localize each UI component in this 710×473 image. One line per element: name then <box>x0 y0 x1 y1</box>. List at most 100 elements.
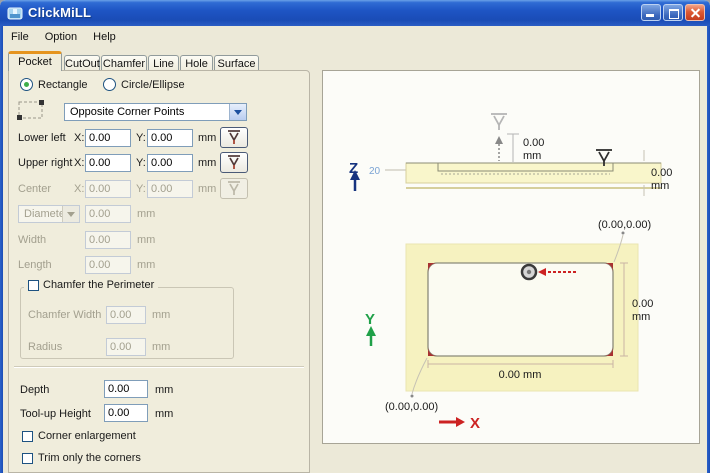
titlebar: ClickMiLL <box>0 0 710 26</box>
chamfer-radius-input <box>106 338 146 356</box>
preview-panel: Z 20 0.00 mm 0.00 mm <box>322 70 700 444</box>
mill-tool-icon <box>226 154 242 171</box>
pocket-height-unit: mm <box>632 311 650 323</box>
close-button[interactable] <box>685 4 705 21</box>
diameter-input <box>85 205 131 223</box>
stock-depth-unit: mm <box>651 180 669 192</box>
radio-rectangle-icon <box>20 78 33 91</box>
checkbox-icon <box>22 431 33 442</box>
upper-right-pick-tool-button[interactable] <box>220 152 248 173</box>
chamfer-width-input <box>106 306 146 324</box>
lower-left-x-input[interactable] <box>85 129 131 147</box>
radio-rectangle[interactable]: Rectangle <box>20 78 88 91</box>
tab-surface[interactable]: Surface <box>214 55 259 70</box>
tab-chamfer[interactable]: Chamfer <box>101 55 147 70</box>
tool-raised-icon <box>491 114 507 130</box>
mill-tool-icon <box>226 180 242 197</box>
corner-enlargement-label: Corner enlargement <box>38 430 136 442</box>
upper-right-unit: mm <box>198 157 216 169</box>
mill-tool-icon <box>226 129 242 146</box>
radio-rectangle-label: Rectangle <box>38 79 88 91</box>
z-origin-value: 20 <box>369 166 381 177</box>
upper-right-label: Upper right <box>18 157 72 169</box>
maximize-icon <box>669 9 679 19</box>
corner-bottom-left-label: (0.00,0.00) <box>385 401 438 413</box>
tab-hole[interactable]: Hole <box>180 55 213 70</box>
center-unit: mm <box>198 183 216 195</box>
tool-up-height-input[interactable] <box>104 404 148 422</box>
upper-right-y-input[interactable] <box>147 154 193 172</box>
app-icon <box>7 5 23 21</box>
stock-depth-value: 0.00 <box>651 167 672 179</box>
corner-top-right-label: (0.00,0.00) <box>598 219 651 231</box>
corner-mode-value: Opposite Corner Points <box>65 106 229 118</box>
checkbox-icon <box>28 280 39 291</box>
radio-circle-label: Circle/Ellipse <box>121 79 185 91</box>
length-label: Length <box>18 259 52 271</box>
depth-label: Depth <box>20 384 49 396</box>
width-label: Width <box>18 234 46 246</box>
lower-left-y-input[interactable] <box>147 129 193 147</box>
radio-circle-icon <box>103 78 116 91</box>
upper-right-x-input[interactable] <box>85 154 131 172</box>
leader-dot-bl <box>411 395 414 398</box>
diameter-label: Diameter <box>19 208 62 220</box>
minimize-button[interactable] <box>641 4 661 21</box>
lower-left-label: Lower left <box>18 132 66 144</box>
tab-pocket[interactable]: Pocket <box>8 51 62 71</box>
menu-help[interactable]: Help <box>85 29 124 46</box>
separator <box>14 366 304 368</box>
length-unit: mm <box>137 259 155 271</box>
tool-up-height-label: Tool-up Height <box>20 408 91 420</box>
checkbox-icon <box>22 453 33 464</box>
chamfer-width-label: Chamfer Width <box>28 309 101 321</box>
trim-corners-label: Trim only the corners <box>38 452 141 464</box>
width-unit: mm <box>137 234 155 246</box>
tool-center-dot <box>527 270 531 274</box>
diameter-dropdown-arrow <box>62 206 79 222</box>
menu-file[interactable]: File <box>3 29 37 46</box>
center-x-label: X: <box>74 183 84 195</box>
y-axis-label: Y <box>365 311 375 328</box>
tab-line[interactable]: Line <box>148 55 179 70</box>
chamfer-width-unit: mm <box>152 309 170 321</box>
pocket-height-value: 0.00 <box>632 298 653 310</box>
chamfer-perimeter-checkbox[interactable]: Chamfer the Perimeter <box>24 279 158 291</box>
diameter-unit: mm <box>137 208 155 220</box>
center-x-input <box>85 180 131 198</box>
menubar: File Option Help <box>3 27 707 48</box>
upper-right-x-label: X: <box>74 157 84 169</box>
corner-mode-dropdown[interactable]: Opposite Corner Points <box>64 103 247 121</box>
depth-unit: mm <box>155 384 173 396</box>
dropdown-arrow-button[interactable] <box>229 104 246 120</box>
center-y-label: Y: <box>136 183 146 195</box>
opposite-corners-icon <box>17 100 45 120</box>
upper-right-y-label: Y: <box>136 157 146 169</box>
depth-input[interactable] <box>104 380 148 398</box>
tool-plunge-unit: mm <box>523 150 541 162</box>
tab-cutout[interactable]: CutOut <box>64 55 100 70</box>
tool-up-height-unit: mm <box>155 408 173 420</box>
center-pick-tool-button <box>220 178 248 199</box>
trim-corners-checkbox[interactable]: Trim only the corners <box>22 452 141 464</box>
chevron-down-icon <box>67 212 75 217</box>
chamfer-group-title: Chamfer the Perimeter <box>43 279 154 291</box>
lower-left-unit: mm <box>198 132 216 144</box>
pocket-width-value: 0.00 mm <box>499 369 542 381</box>
x-axis-label: X <box>470 415 480 432</box>
center-label: Center <box>18 183 51 195</box>
lower-left-y-label: Y: <box>136 132 146 144</box>
x-axis-arrowhead <box>456 417 465 427</box>
menu-option[interactable]: Option <box>37 29 85 46</box>
lower-left-pick-tool-button[interactable] <box>220 127 248 148</box>
radio-circle-ellipse[interactable]: Circle/Ellipse <box>103 78 185 91</box>
center-y-input <box>147 180 193 198</box>
leader-dot-tr <box>622 232 625 235</box>
maximize-button[interactable] <box>663 4 683 21</box>
plunge-arrowhead <box>495 136 503 144</box>
chamfer-radius-label: Radius <box>28 341 62 353</box>
width-input <box>85 231 131 249</box>
corner-enlargement-checkbox[interactable]: Corner enlargement <box>22 430 136 442</box>
length-input <box>85 256 131 274</box>
tool-plunge-value: 0.00 <box>523 137 544 149</box>
